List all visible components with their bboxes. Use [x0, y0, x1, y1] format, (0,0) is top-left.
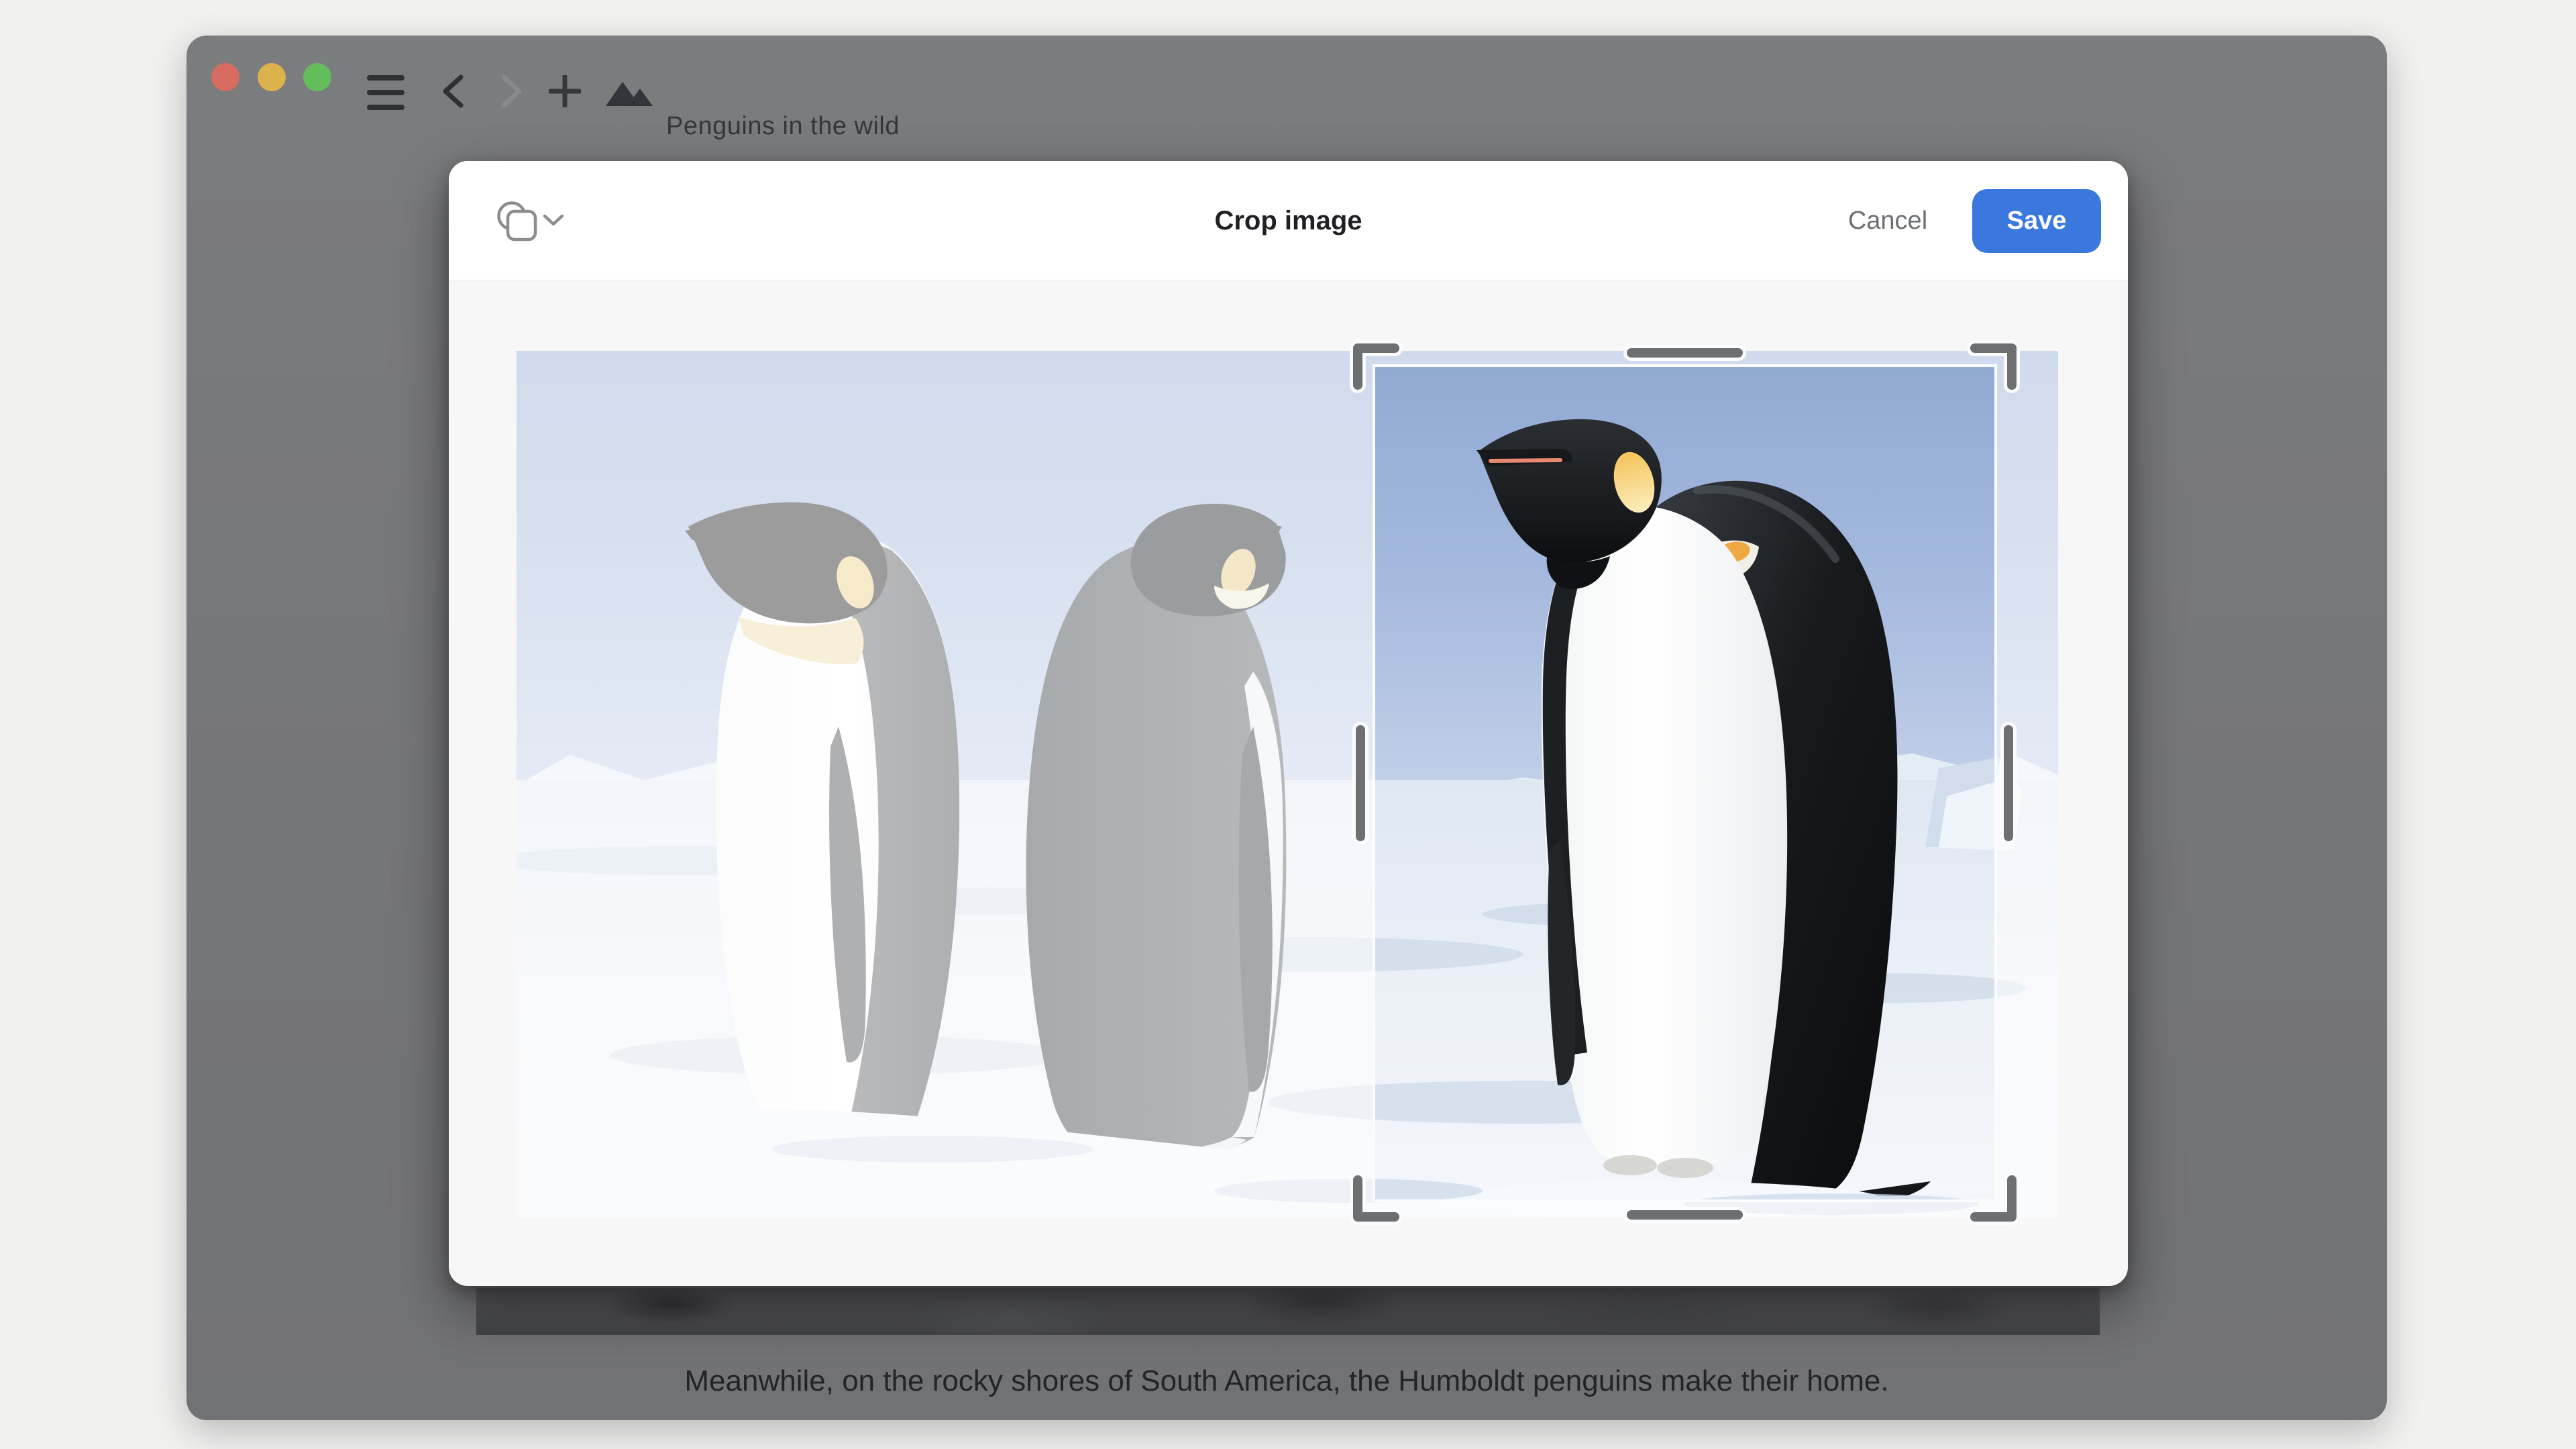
traffic-zoom-button[interactable]: [303, 63, 331, 91]
hamburger-menu-icon[interactable]: [366, 74, 405, 111]
aspect-ratio-shapes-icon: [499, 203, 536, 240]
crop-selection-overlay: [517, 351, 2058, 1218]
document-image-bottom-edge: [476, 1288, 2100, 1335]
crop-selection-border[interactable]: [1374, 366, 1996, 1201]
save-button[interactable]: Save: [1972, 189, 2101, 253]
window-title: Penguins in the wild: [666, 111, 900, 142]
aspect-ratio-button[interactable]: [493, 195, 580, 247]
plus-icon[interactable]: [549, 75, 581, 107]
crop-image-canvas: [517, 351, 2058, 1218]
traffic-close-button[interactable]: [211, 63, 239, 91]
crop-dialog: Crop image Cancel Save: [449, 161, 2128, 1286]
traffic-minimize-button[interactable]: [258, 63, 286, 91]
document-caption: Meanwhile, on the rocky shores of South …: [186, 1362, 2387, 1401]
chevron-down-icon: [545, 216, 562, 224]
chevron-forward-icon[interactable]: [498, 74, 525, 109]
image-mountains-icon: [606, 78, 654, 107]
cancel-button[interactable]: Cancel: [1811, 161, 1965, 280]
dialog-header: Crop image Cancel Save: [449, 161, 2128, 280]
chevron-back-icon[interactable]: [439, 74, 466, 109]
